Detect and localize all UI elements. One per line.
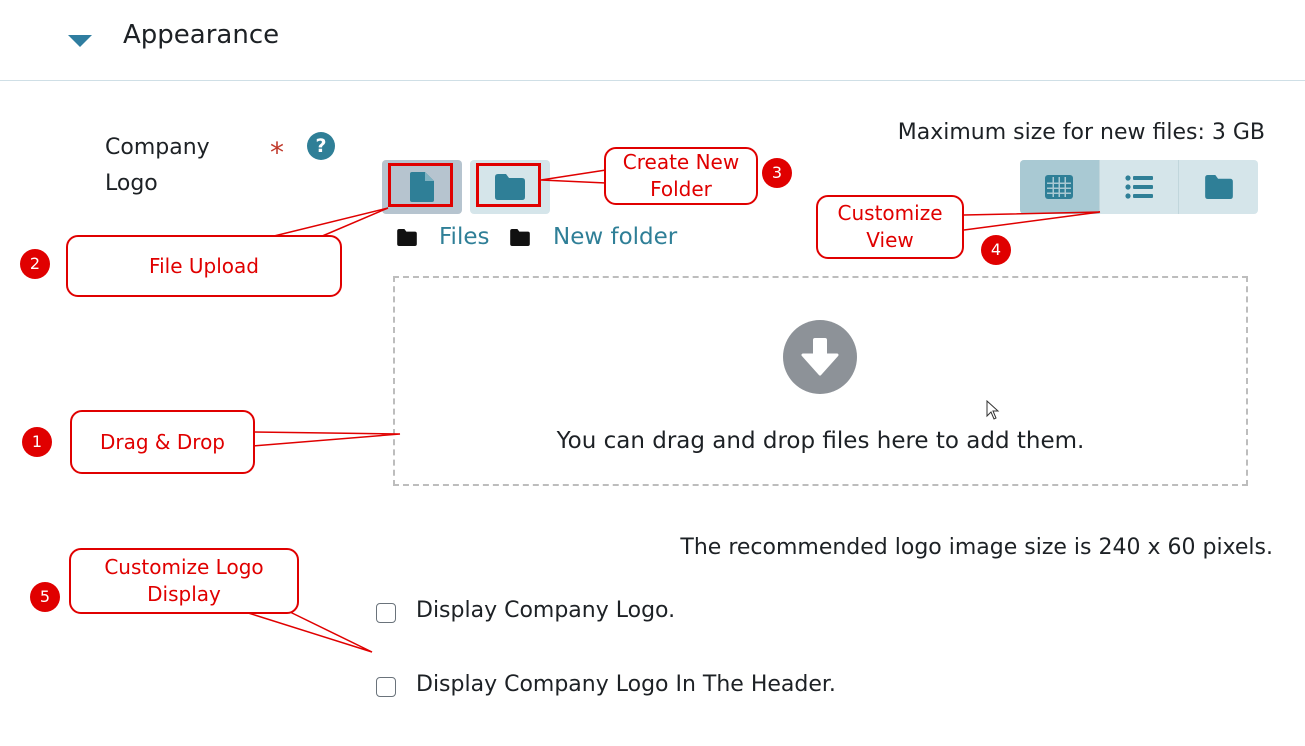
annotation-badge-2: 2 [20,249,50,279]
breadcrumb-folder-icon [397,229,417,246]
view-toggle-group [1020,160,1258,214]
folder-tree-icon [1204,175,1233,199]
drag-drop-callout: Drag & Drop [70,410,255,474]
recommended-size-text: The recommended logo image size is 240 x… [680,535,1273,560]
section-header[interactable]: Appearance [0,0,1305,81]
create-new-folder-callout: Create New Folder [604,147,758,205]
download-arrow-icon [783,320,857,394]
display-logo-label[interactable]: Display Company Logo. [416,598,675,623]
company-logo-label: Company Logo [105,135,210,196]
collapse-caret-icon[interactable] [68,35,92,47]
drop-zone-text: You can drag and drop files here to add … [556,428,1085,454]
display-logo-checkbox[interactable] [376,603,396,623]
help-icon[interactable]: ? [307,132,335,160]
section-title[interactable]: Appearance [123,20,279,50]
required-icon: * [270,136,284,169]
breadcrumb-files-link[interactable]: Files [439,224,489,250]
tree-view-button[interactable] [1178,160,1258,214]
max-size-text: Maximum size for new files: 3 GB [897,120,1265,145]
annotation-badge-4: 4 [981,235,1011,265]
file-upload-callout: File Upload [66,235,342,297]
grid-icon [1045,175,1074,199]
annotation-badge-1: 1 [22,427,52,457]
breadcrumb-folder-icon [510,229,530,246]
grid-view-button[interactable] [1020,160,1099,214]
customize-view-callout: Customize View [816,195,964,259]
folder-highlight-box [476,163,541,207]
display-logo-header-label[interactable]: Display Company Logo In The Header. [416,672,836,697]
list-icon [1125,175,1153,199]
display-logo-header-checkbox[interactable] [376,677,396,697]
customize-logo-display-callout: Customize Logo Display [69,548,299,614]
annotation-badge-5: 5 [30,582,60,612]
mouse-cursor-icon [986,400,1000,420]
breadcrumb-new-folder-link[interactable]: New folder [553,224,677,250]
upload-highlight-box [388,163,453,207]
list-view-button[interactable] [1098,160,1179,214]
annotation-badge-3: 3 [762,158,792,188]
